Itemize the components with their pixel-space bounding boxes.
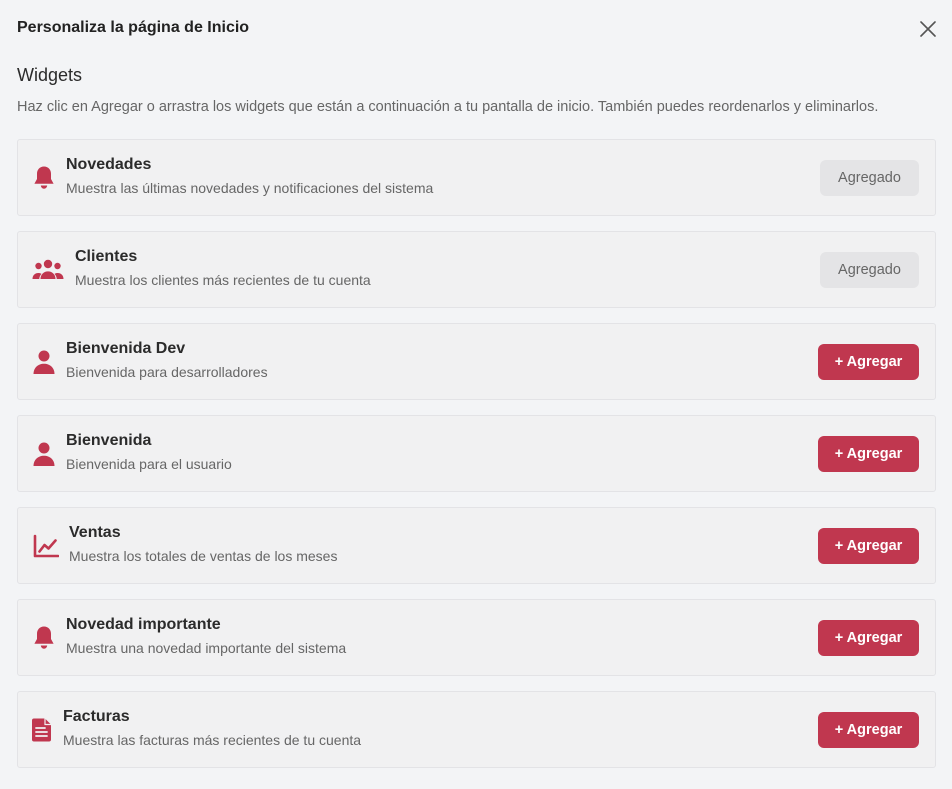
dialog-title: Personaliza la página de Inicio <box>17 19 250 36</box>
widget-card-novedad-importante[interactable]: Novedad importante Muestra una novedad i… <box>17 599 936 676</box>
widget-description: Muestra los totales de ventas de los mes… <box>69 548 338 564</box>
bell-icon <box>30 164 58 192</box>
widget-description: Bienvenida para el usuario <box>66 456 232 472</box>
add-widget-button[interactable]: + Agregar <box>818 436 919 472</box>
widget-name: Ventas <box>69 524 121 541</box>
section-description: Haz clic en Agregar o arrastra los widge… <box>17 99 879 115</box>
added-button[interactable]: Agregado <box>820 160 919 196</box>
widget-card-bienvenida-dev[interactable]: Bienvenida Dev Bienvenida para desarroll… <box>17 323 936 400</box>
section-title: Widgets <box>17 65 83 85</box>
widget-card-ventas[interactable]: Ventas Muestra los totales de ventas de … <box>17 507 936 584</box>
widget-name: Facturas <box>63 708 130 725</box>
added-button[interactable]: Agregado <box>820 252 919 288</box>
user-icon <box>30 440 58 468</box>
invoice-icon <box>28 716 56 744</box>
widget-description: Bienvenida para desarrolladores <box>66 364 268 380</box>
close-button[interactable] <box>918 19 938 39</box>
add-widget-button[interactable]: + Agregar <box>818 620 919 656</box>
widget-name: Novedad importante <box>66 616 221 633</box>
widget-description: Muestra los clientes más recientes de tu… <box>75 272 371 288</box>
widget-card-novedades[interactable]: Novedades Muestra las últimas novedades … <box>17 139 936 216</box>
widget-card-facturas[interactable]: Facturas Muestra las facturas más recien… <box>17 691 936 768</box>
widget-description: Muestra una novedad importante del siste… <box>66 640 347 656</box>
users-icon <box>32 256 64 284</box>
widget-name: Clientes <box>75 248 138 265</box>
widget-card-bienvenida[interactable]: Bienvenida Bienvenida para el usuario + … <box>17 415 936 492</box>
widget-list: Novedades Muestra las últimas novedades … <box>17 139 936 768</box>
user-icon <box>30 348 58 376</box>
widget-description: Muestra las facturas más recientes de tu… <box>63 732 362 748</box>
widget-name: Bienvenida <box>66 432 152 449</box>
add-widget-button[interactable]: + Agregar <box>818 712 919 748</box>
close-icon <box>920 21 936 37</box>
add-widget-button[interactable]: + Agregar <box>818 528 919 564</box>
bell-icon <box>30 624 58 652</box>
widget-description: Muestra las últimas novedades y notifica… <box>66 180 434 196</box>
add-widget-button[interactable]: + Agregar <box>818 344 919 380</box>
widget-name: Novedades <box>66 156 152 173</box>
chart-line-icon <box>32 532 60 560</box>
widget-card-clientes[interactable]: Clientes Muestra los clientes más recien… <box>17 231 936 308</box>
widget-name: Bienvenida Dev <box>66 340 186 357</box>
